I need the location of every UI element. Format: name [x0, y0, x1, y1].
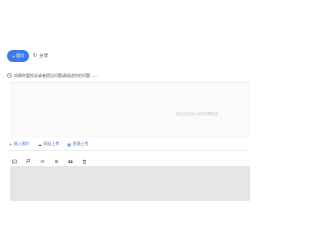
insert-image-label: 插入图片 [13, 141, 30, 146]
link-icon[interactable] [40, 159, 45, 164]
editor-toolbar [12, 156, 87, 166]
editor-actions: + 插入图片 ☁ 网站上传 ▦ 资源上传 [9, 139, 89, 149]
camera-icon[interactable] [68, 159, 73, 164]
tab-share-label: 分享 [39, 54, 49, 59]
tab-share[interactable]: ↻ 分享 [33, 50, 48, 62]
cloud-icon: ☁ [37, 141, 42, 147]
plus-icon: + [9, 141, 13, 147]
divider [7, 150, 250, 151]
clock-icon [7, 73, 12, 79]
question-editor[interactable]: 请在此处输入你的问题描述 [10, 82, 250, 138]
trash-icon[interactable] [82, 159, 87, 164]
image-icon[interactable] [12, 159, 17, 164]
flag-icon[interactable] [26, 158, 31, 164]
comment-textarea[interactable] [10, 166, 250, 201]
hint-row: 如果你要投诉或者提出问题请描述你的问题…… [7, 72, 247, 80]
insert-image-button[interactable]: + 插入图片 [9, 141, 30, 147]
upload-label: 网站上传 [43, 141, 60, 146]
share-icon: ↻ [33, 53, 38, 59]
editor-placeholder: 请在此处输入你的问题描述 [176, 112, 218, 116]
tab-ask-label: 提问 [16, 53, 25, 58]
list-icon[interactable] [54, 159, 59, 164]
upload-button[interactable]: ☁ 网站上传 [38, 141, 60, 147]
grid-icon: ▦ [67, 141, 72, 147]
plus-icon: + [11, 53, 16, 59]
hint-text: 如果你要投诉或者提出问题请描述你的问题…… [14, 73, 98, 78]
tab-ask[interactable]: + 提问 [7, 50, 29, 62]
resource-upload-button[interactable]: ▦ 资源上传 [67, 141, 88, 147]
resource-upload-label: 资源上传 [72, 141, 89, 146]
